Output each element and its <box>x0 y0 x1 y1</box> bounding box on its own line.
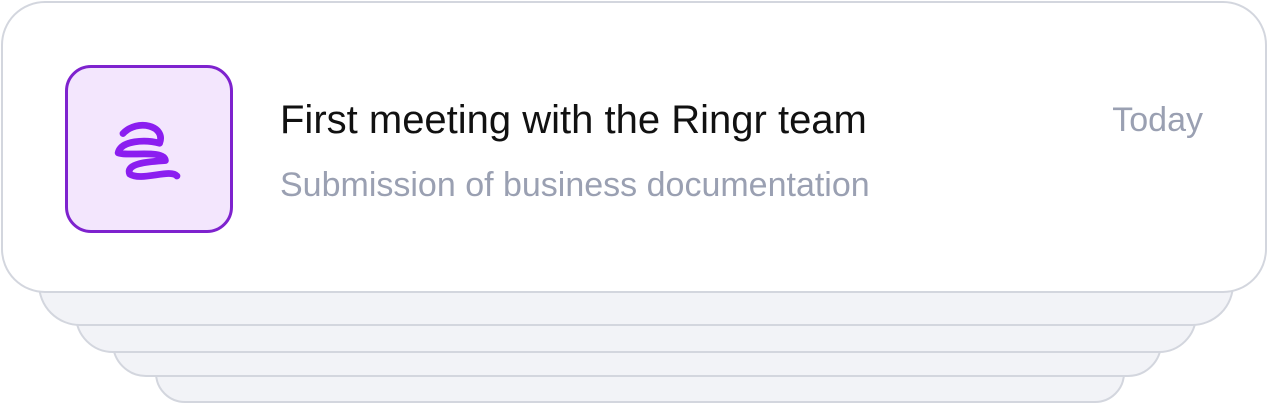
notification-card[interactable]: First meeting with the Ringr team Submis… <box>1 1 1267 293</box>
app-icon-tile <box>65 65 233 233</box>
notification-title: First meeting with the Ringr team <box>280 98 867 142</box>
notification-subtitle: Submission of business documentation <box>280 166 870 204</box>
ringr-spiral-icon <box>114 121 181 180</box>
notification-timestamp: Today <box>1112 101 1203 139</box>
